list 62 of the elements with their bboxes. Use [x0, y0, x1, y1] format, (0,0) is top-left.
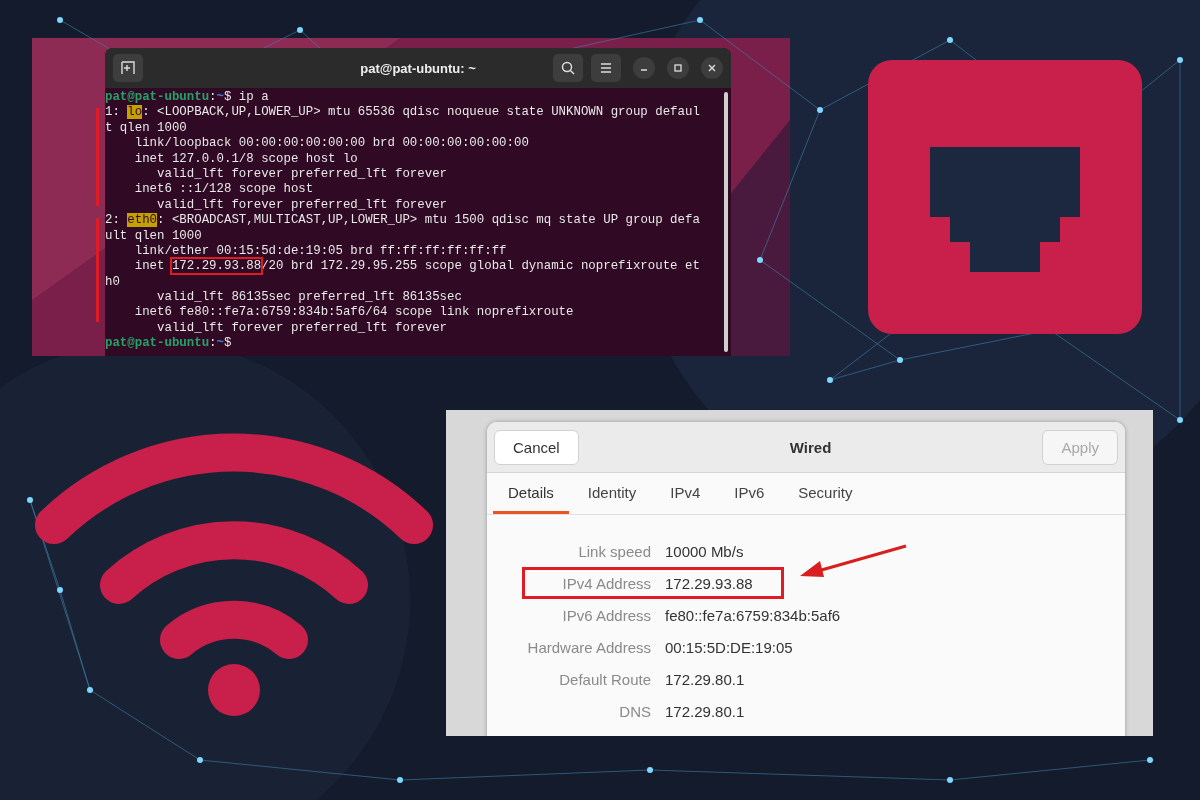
maximize-button[interactable]: [667, 57, 689, 79]
prompt-path: ~: [216, 90, 224, 104]
field-value: 172.29.93.88: [665, 574, 753, 592]
field-label: DNS: [618, 702, 651, 720]
field-value: 172.29.80.1: [665, 670, 745, 688]
terminal-text: valid_lft forever preferred_lft forever: [156, 320, 448, 335]
new-tab-icon: [120, 61, 136, 75]
terminal-text: t qlen 1000: [105, 120, 187, 135]
highlighted-text: lo: [127, 105, 143, 120]
field-value: 10000 Mb/s: [665, 542, 744, 560]
terminal-text: :: [209, 90, 217, 104]
field-label: Default Route: [558, 670, 651, 688]
terminal-text: valid_lft forever preferred_lft forever: [156, 166, 448, 181]
terminal-text: inet6 fe80::fe7a:6759:834b:5af6/64 scope link noprefixroute: [133, 305, 574, 320]
boxed-text: 172.29.93.88: [171, 259, 262, 274]
field-value: 172.29.80.1: [665, 702, 745, 720]
search-button[interactable]: [553, 54, 583, 82]
terminal-text: :: [209, 336, 217, 351]
highlighted-text: eth0: [127, 213, 158, 228]
field-label: Link speed: [577, 542, 651, 560]
terminal-text: valid_lft 86135sec preferred_lft 86135sec: [156, 290, 462, 305]
terminal-text: link/ether 00:15:5d:de:19:05 brd ff:ff:ff:ff:ff:ff: [133, 243, 507, 258]
terminal-text: inet 127.0.0.1/8 scope host lo: [133, 151, 358, 166]
dialog-title: Wired: [789, 438, 832, 456]
new-tab-button[interactable]: [113, 54, 143, 82]
terminal-text: valid_lft forever preferred_lft forever: [156, 197, 448, 212]
maximize-icon: [674, 64, 682, 72]
terminal-text: h0: [105, 274, 120, 289]
tab[interactable]: IPv6: [719, 473, 780, 514]
terminal-text: inet6 ::1/128 scope host: [133, 182, 314, 197]
tab[interactable]: Security: [783, 473, 868, 514]
terminal-text: $ ip a: [224, 90, 269, 104]
scrollbar[interactable]: [724, 92, 728, 352]
terminal-text: 2:: [105, 213, 121, 228]
close-button[interactable]: [701, 57, 723, 79]
ethernet-port-icon: [868, 60, 1142, 334]
tab[interactable]: Identity: [572, 473, 652, 514]
field-value: fe80::fe7a:6759:834b:5af6: [665, 606, 841, 624]
cancel-button[interactable]: Cancel: [494, 429, 579, 465]
field-label: Hardware Address: [526, 638, 651, 656]
terminal-text: 1:: [105, 105, 121, 120]
prompt-path: ~: [216, 336, 224, 351]
tab[interactable]: Details: [493, 473, 569, 514]
terminal-text: inet: [133, 259, 166, 274]
terminal-text: ult qlen 1000: [105, 228, 202, 243]
field-label: IPv4 Address: [561, 574, 651, 592]
field-label: IPv6 Address: [561, 606, 651, 624]
prompt-user: pat@pat-ubuntu: [105, 90, 210, 104]
close-icon: [708, 64, 716, 72]
terminal-text: $: [224, 336, 232, 351]
prompt-user: pat@pat-ubuntu: [105, 336, 210, 351]
menu-icon: [600, 63, 612, 73]
tab[interactable]: IPv4: [655, 473, 716, 514]
field-value: 00:15:5D:DE:19:05: [665, 638, 793, 656]
menu-button[interactable]: [591, 54, 621, 82]
minimize-button[interactable]: [633, 57, 655, 79]
arrow-icon: [798, 543, 908, 579]
terminal-text: : <LOOPBACK,UP,LOWER_UP> mtu 65536 qdisc noqueue state UNKNOWN group defaul: [142, 105, 700, 120]
window-title: pat@pat-ubuntu: ~: [360, 60, 476, 76]
terminal-text: link/loopback 00:00:00:00:00:00 brd 00:00:00:00:00:00: [133, 136, 529, 151]
search-icon: [561, 61, 575, 75]
terminal-text: : <BROADCAST,MULTICAST,UP,LOWER_UP> mtu 1500 qdisc mq state UP group defa: [157, 213, 700, 228]
